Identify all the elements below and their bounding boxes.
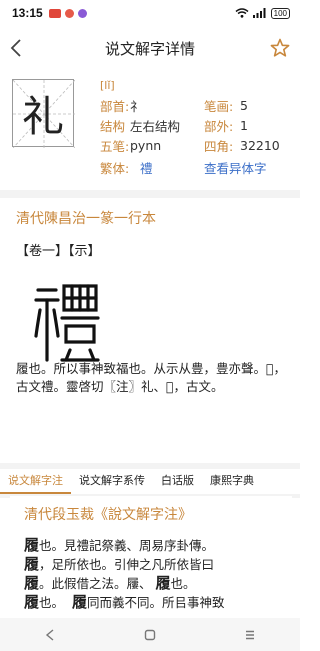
view-variants-link[interactable]: 查看异体字 xyxy=(204,158,267,177)
stroke-label: 笔画: xyxy=(204,98,234,114)
star-icon xyxy=(270,38,290,57)
character-grid-box: 礼 xyxy=(12,79,75,148)
tab-vernacular[interactable]: 白话版 xyxy=(153,470,202,494)
wifi-icon xyxy=(235,8,249,18)
shuowen-definition: 履也。所以事神致福也。从示从豊，豊亦聲。𥛫，古文禮。靈啓切〖注〗礼、𥛫，古文。 xyxy=(16,361,287,394)
seal-script-glyph xyxy=(34,284,100,362)
attribute-row: 五笔: pynn 四角: 32210 xyxy=(100,135,296,155)
app-notification-icon xyxy=(77,8,87,18)
app-notification-icon xyxy=(48,8,61,18)
wubi-label: 五笔: xyxy=(100,138,130,154)
nav-recent-icon xyxy=(246,630,254,639)
favorite-button[interactable] xyxy=(268,35,292,61)
attribute-row: 繁体: 禮 查看异体字 xyxy=(100,157,296,177)
nav-home-icon xyxy=(144,629,156,640)
shuowen-title: 清代陳昌治一篆一行本 xyxy=(16,211,156,227)
battery-indicator: 100 xyxy=(270,7,290,19)
back-arrow-icon xyxy=(10,39,21,57)
duan-title: 清代段玉裁《說文解字注》 xyxy=(24,507,192,523)
system-nav-bar xyxy=(0,618,300,651)
nav-home-button[interactable] xyxy=(135,625,165,645)
radical-label: 部首: xyxy=(100,98,130,114)
back-button[interactable] xyxy=(4,34,28,62)
external-strokes-label: 部外: xyxy=(204,118,234,134)
nav-back-button[interactable] xyxy=(35,625,65,645)
signal-icon xyxy=(252,8,266,18)
radical-value: 礻 xyxy=(130,98,143,114)
attribute-row: 结构 左右结构 部外: 1 xyxy=(100,115,296,135)
attribute-row: 部首: 礻 笔画: 5 xyxy=(100,95,296,115)
four-corner-label: 四角: xyxy=(204,138,234,154)
nav-recent-button[interactable] xyxy=(235,625,265,645)
status-bar: 13:15 100 xyxy=(0,0,300,26)
wubi-value: pynn xyxy=(130,137,162,153)
stroke-value: 5 xyxy=(240,97,248,113)
page-title: 说文解字详情 xyxy=(104,39,195,58)
nav-back-icon xyxy=(45,628,54,641)
four-corner-value: 32210 xyxy=(240,137,280,153)
section-divider xyxy=(0,463,300,469)
section-divider xyxy=(0,190,300,198)
duan-commentary-text: 履也。見禮記祭義、周易序卦傳。 履，足所依也。引伸之凡所依皆曰 履。此假借之法。… xyxy=(24,536,294,612)
commentary-line: 履也。見禮記祭義、周易序卦傳。 xyxy=(24,536,215,554)
tab-kangxi[interactable]: 康熙字典 xyxy=(202,470,262,494)
character-info-card: 礼 [lǐ] 部首: 礻 笔画: 5 结构 左右结构 部外: 1 五笔: pyn… xyxy=(0,73,300,190)
structure-label: 结构 xyxy=(100,118,126,134)
character-glyph: 礼 xyxy=(21,91,64,141)
app-notification-icon xyxy=(64,8,74,18)
commentary-line: 履也。 履同而義不同。所㠯事神致 xyxy=(24,593,225,611)
commentary-line: 履。此假借之法。屨、 履也。 xyxy=(24,574,196,592)
tab-shuowen-xizhuan[interactable]: 说文解字系传 xyxy=(71,470,153,494)
pinyin: [lǐ] xyxy=(100,79,115,92)
character-attributes: [lǐ] 部首: 礻 笔画: 5 结构 左右结构 部外: 1 五笔: pynn … xyxy=(100,79,296,177)
traditional-value: 禮 xyxy=(140,160,153,176)
tab-shuowen-zhu[interactable]: 说文解字注 xyxy=(0,470,71,494)
shuowen-card: 清代陳昌治一篆一行本 【卷一】【示】 履也。所以事神致福也。从示从豊，豊亦聲。𥛫… xyxy=(0,198,300,463)
commentary-line: 履，足所依也。引伸之凡所依皆曰 xyxy=(24,555,215,573)
status-time: 13:15 xyxy=(12,6,43,20)
external-strokes-value: 1 xyxy=(240,117,248,133)
top-app-bar: 说文解字详情 xyxy=(0,26,300,70)
duan-commentary-card: 清代段玉裁《說文解字注》 履也。見禮記祭義、周易序卦傳。 履，足所依也。引伸之凡… xyxy=(10,496,292,618)
traditional-label: 繁体: xyxy=(100,160,130,176)
source-tabs: 说文解字注 说文解字系传 白话版 康熙字典 xyxy=(0,470,300,494)
volume-radical-tags: 【卷一】【示】 xyxy=(16,244,101,259)
structure-value: 左右结构 xyxy=(130,118,181,134)
